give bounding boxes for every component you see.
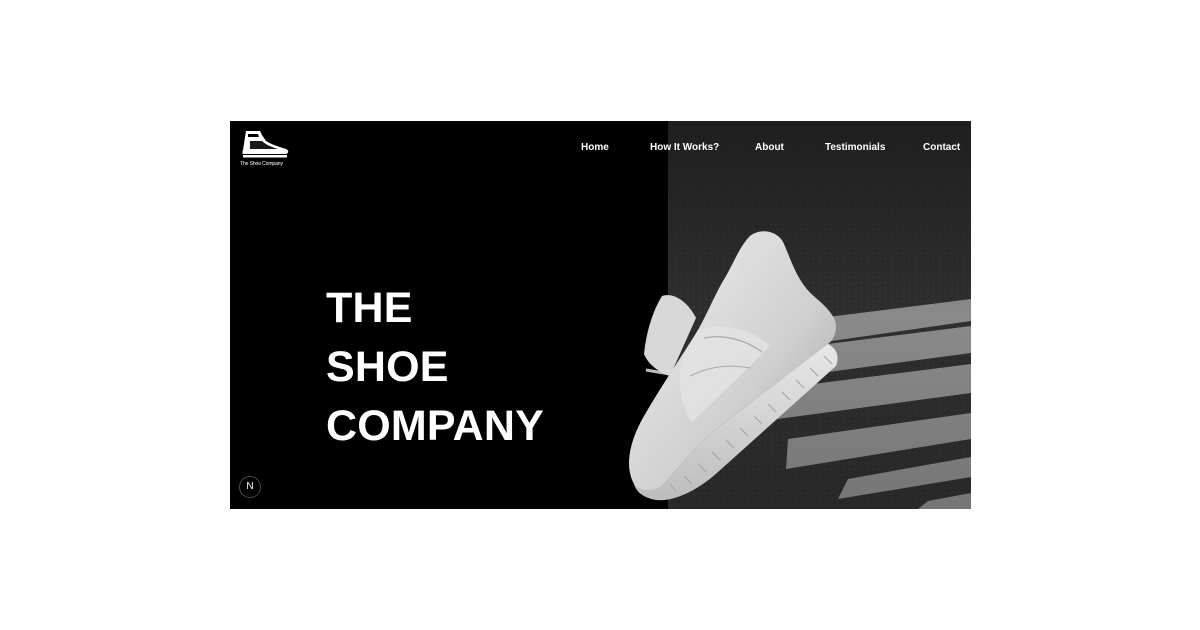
sneaker-image <box>629 231 838 501</box>
nextjs-badge-icon[interactable]: N <box>239 476 261 498</box>
nav-home[interactable]: Home <box>581 142 609 153</box>
main-nav: Home How It Works? About Testimonials Co… <box>230 142 971 158</box>
hero-section: The Shoe Company Home How It Works? Abou… <box>230 121 971 509</box>
nav-contact[interactable]: Contact <box>923 142 960 153</box>
hero-title-line-1: THE <box>326 284 413 332</box>
hero-title: THE SHOE COMPANY <box>326 279 544 456</box>
hero-title-line-3: COMPANY <box>326 402 544 450</box>
nav-how-it-works[interactable]: How It Works? <box>650 142 719 153</box>
nav-about[interactable]: About <box>755 142 784 153</box>
nav-testimonials[interactable]: Testimonials <box>825 142 885 153</box>
brand-name: The Shoe Company <box>240 161 283 167</box>
hero-title-line-2: SHOE <box>326 343 449 391</box>
